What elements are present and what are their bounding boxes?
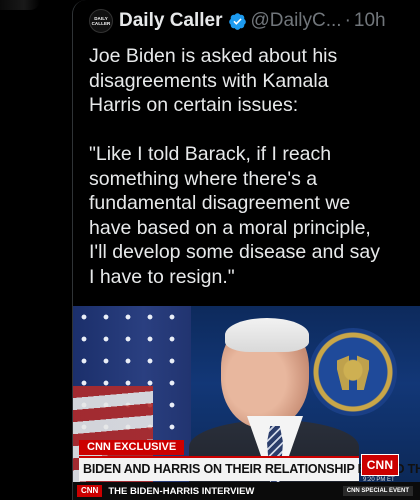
tweet-text-line: "Like I told Barack, if I reach [89,143,332,165]
quoted-tweet-card[interactable]: DAILY CALLER Daily Caller @DailyC... · 1… [72,0,420,500]
cnn-logo-text: CNN [366,458,394,472]
special-event-badge: CNN SPECIAL EVENT [342,486,413,496]
chyron-headline-bar: BIDEN AND HARRIS ON THEIR RELATIONSHIP B… [79,456,420,481]
separator-dot: · [344,10,351,31]
tweet-text-line: fundamental disagreement we [89,192,351,214]
ticker-text: THE BIDEN-HARRIS INTERVIEW [108,485,255,497]
tweet-text-line: I'll develop some disease and say [89,241,380,263]
tweet-text-line: have based on a moral principle, [89,216,371,239]
speaker-hair [225,318,309,352]
tweet-text-line: Harris on certain issues: [89,94,299,116]
tweet-header: DAILY CALLER Daily Caller @DailyC... · 1… [89,8,386,34]
tweet-timestamp[interactable]: 10h [354,10,386,32]
previous-avatar-fragment [0,0,40,10]
tweet-text-line: Joe Biden is asked about his [89,45,338,67]
author-handle[interactable]: @DailyC... [251,10,342,32]
tweet-text-line: I have to resign." [89,265,235,288]
tweet-text-line: disagreements with Kamala [89,69,329,92]
author-avatar[interactable]: DAILY CALLER [89,9,113,33]
video-thumbnail[interactable]: CNN EXCLUSIVE BIDEN AND HARRIS ON THEIR … [73,306,420,500]
ticker-tag: CNN [77,485,103,497]
chyron-tag: CNN EXCLUSIVE [79,440,185,455]
avatar-text-line-2: CALLER [91,21,111,26]
cnn-logo: CNN [361,454,399,476]
verified-badge-icon [228,12,246,30]
tweet-body: Joe Biden is asked about his disagreemen… [89,44,411,289]
tweet-text-line: something where there's a [89,167,318,190]
author-display-name[interactable]: Daily Caller [119,10,223,32]
